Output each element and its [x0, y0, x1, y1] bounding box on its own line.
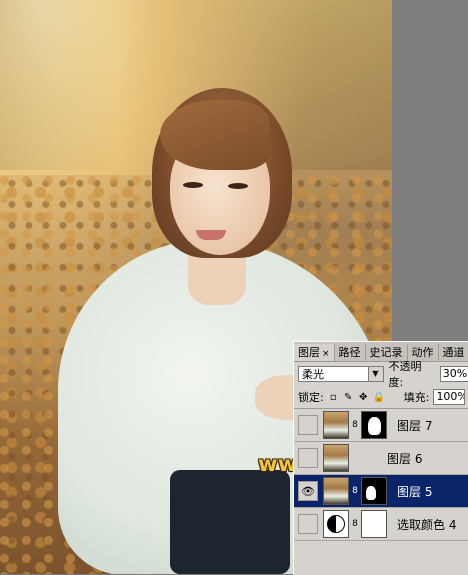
lock-row: 锁定: ▫ ✎ ✥ 🔒 填充: 100%	[294, 386, 468, 409]
blend-mode-select[interactable]: 柔光 ▼	[298, 366, 384, 382]
layer-name: 图层 5	[397, 484, 433, 499]
fill-label: 填充:	[403, 391, 430, 404]
blend-mode-value: 柔光	[302, 368, 324, 381]
opacity-input[interactable]: 30%	[439, 366, 468, 382]
dropdown-arrow-icon: ▼	[367, 367, 383, 381]
tab-channels[interactable]: 通道	[439, 344, 468, 361]
lock-label: 锁定:	[298, 391, 324, 404]
layer-row-6[interactable]: 图层 6	[294, 442, 468, 475]
opacity-label: 不透明度:	[388, 360, 422, 389]
tab-layers[interactable]: 图层 ×	[294, 344, 335, 361]
layer-thumbnail	[323, 477, 349, 505]
lock-brush-icon[interactable]: ✎	[343, 392, 354, 403]
layer-mask-thumbnail[interactable]	[361, 477, 387, 505]
layer-row-adjustment-4[interactable]: 8 选取颜色 4	[294, 508, 468, 541]
pants	[170, 470, 290, 574]
visibility-toggle[interactable]	[298, 514, 318, 534]
fill-input[interactable]: 100%	[433, 389, 466, 405]
layer-mask-thumbnail[interactable]	[361, 411, 387, 439]
visibility-toggle[interactable]	[298, 415, 318, 435]
panel-tabs: 图层 × 路径 史记录 动作 通道	[294, 342, 468, 362]
lock-transparent-icon[interactable]: ▫	[328, 392, 339, 403]
bangs	[160, 100, 270, 170]
layer-thumbnail	[323, 411, 349, 439]
chain-link-icon[interactable]: 8	[351, 486, 359, 496]
close-icon[interactable]: ×	[322, 349, 330, 359]
layer-list: 8 图层 7 图层 6 👁 8 图层 5 8 选取颜色 4	[294, 409, 468, 541]
layer-name: 选取颜色 4	[397, 517, 457, 532]
left-eye	[183, 182, 203, 188]
adjustment-icon	[323, 510, 349, 538]
layers-panel: 图层 × 路径 史记录 动作 通道 柔光 ▼ 不透明度: 30% 锁定: ▫ ✎ …	[293, 341, 468, 575]
tab-paths[interactable]: 路径	[335, 344, 366, 361]
tab-layers-label: 图层	[298, 346, 320, 359]
layer-row-7[interactable]: 8 图层 7	[294, 409, 468, 442]
blend-row: 柔光 ▼ 不透明度: 30%	[294, 360, 468, 389]
chain-link-icon[interactable]: 8	[351, 519, 359, 529]
layer-name: 图层 7	[397, 418, 433, 433]
layer-row-5[interactable]: 👁 8 图层 5	[294, 475, 468, 508]
lock-all-icon[interactable]: 🔒	[373, 392, 385, 403]
eye-icon[interactable]: 👁	[298, 481, 318, 501]
layer-name: 图层 6	[387, 451, 423, 466]
layer-thumbnail	[323, 444, 349, 472]
right-eye	[228, 183, 248, 189]
layer-mask-thumbnail[interactable]	[361, 510, 387, 538]
visibility-toggle[interactable]	[298, 448, 318, 468]
lock-move-icon[interactable]: ✥	[358, 392, 369, 403]
chain-link-icon[interactable]: 8	[351, 420, 359, 430]
